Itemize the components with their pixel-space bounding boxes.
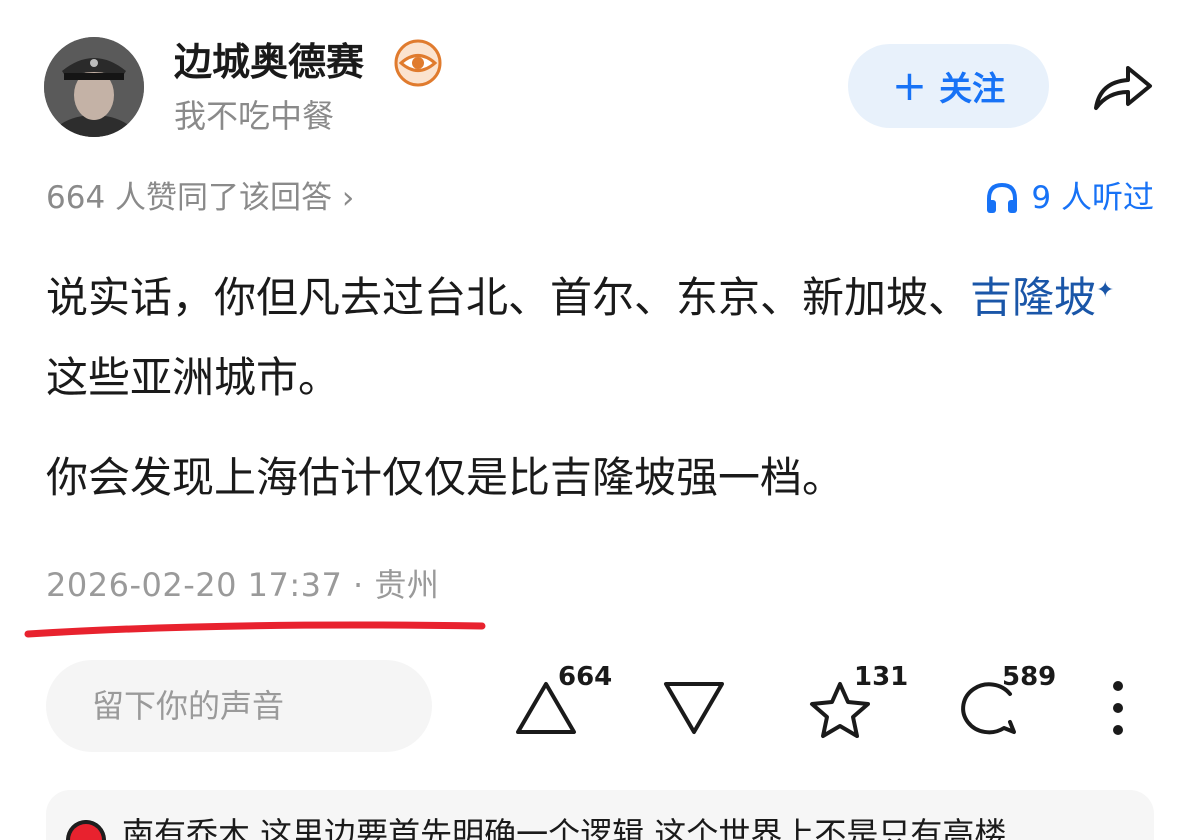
- commenter-avatar: [66, 820, 106, 840]
- comment-count: 589: [1002, 662, 1057, 692]
- content-paragraph-2: 你会发现上海估计仅仅是比吉隆坡强一档。: [46, 453, 845, 502]
- listen-count[interactable]: 9 人听过: [985, 176, 1154, 220]
- author-avatar[interactable]: [44, 37, 144, 137]
- agree-count[interactable]: 664 人赞同了该回答 ›: [46, 176, 354, 220]
- content-paragraph-1: 说实话，你但凡去过台北、首尔、东京、新加坡、吉隆坡✦ 这些亚洲城市。: [46, 258, 1156, 418]
- more-icon[interactable]: [1106, 680, 1130, 736]
- headphones-icon: [987, 182, 1018, 213]
- keyword-link[interactable]: 吉隆坡: [970, 273, 1096, 322]
- follow-label: 关注: [939, 69, 1006, 108]
- downvote-icon: [664, 682, 724, 734]
- avatar-image: [44, 37, 144, 137]
- author-name[interactable]: 边城奥德赛: [174, 36, 364, 88]
- follow-button[interactable]: + 关注: [848, 44, 1049, 128]
- red-underline-annotation: [24, 621, 486, 638]
- upvote-button[interactable]: 664: [514, 660, 624, 750]
- post-meta: 2026-02-20 17:37 · 贵州: [46, 566, 440, 604]
- share-icon[interactable]: [1090, 58, 1156, 114]
- comment-preview[interactable]: 南有乔木 这里边要首先明确一个逻辑 这个世界上不是只有高楼: [46, 790, 1154, 840]
- eye-badge-icon: [394, 39, 442, 87]
- paragraph-text: 这些亚洲城市。: [46, 353, 341, 402]
- listen-count-text: 9 人听过: [1031, 180, 1154, 216]
- favorite-button[interactable]: 131: [808, 660, 908, 750]
- answer-page: 边城奥德赛 我不吃中餐 + 关注 664 人赞同了该回答 › 9 人听过 说实话…: [0, 0, 1200, 840]
- sparkle-icon: ✦: [1096, 278, 1115, 303]
- author-bio: 我不吃中餐: [174, 97, 335, 135]
- paragraph-text: 说实话，你但凡去过台北、首尔、东京、新加坡、: [46, 273, 971, 322]
- downvote-button[interactable]: [662, 660, 726, 750]
- upvote-count: 664: [558, 662, 613, 692]
- comment-input[interactable]: 留下你的声音: [46, 660, 432, 752]
- comment-preview-text: 南有乔木 这里边要首先明确一个逻辑 这个世界上不是只有高楼: [122, 815, 1007, 840]
- comment-button[interactable]: 589: [958, 660, 1058, 750]
- favorite-count: 131: [854, 662, 909, 692]
- plus-icon: +: [891, 61, 928, 110]
- answer-content: 说实话，你但凡去过台北、首尔、东京、新加坡、吉隆坡✦ 这些亚洲城市。 你会发现上海…: [46, 258, 1156, 518]
